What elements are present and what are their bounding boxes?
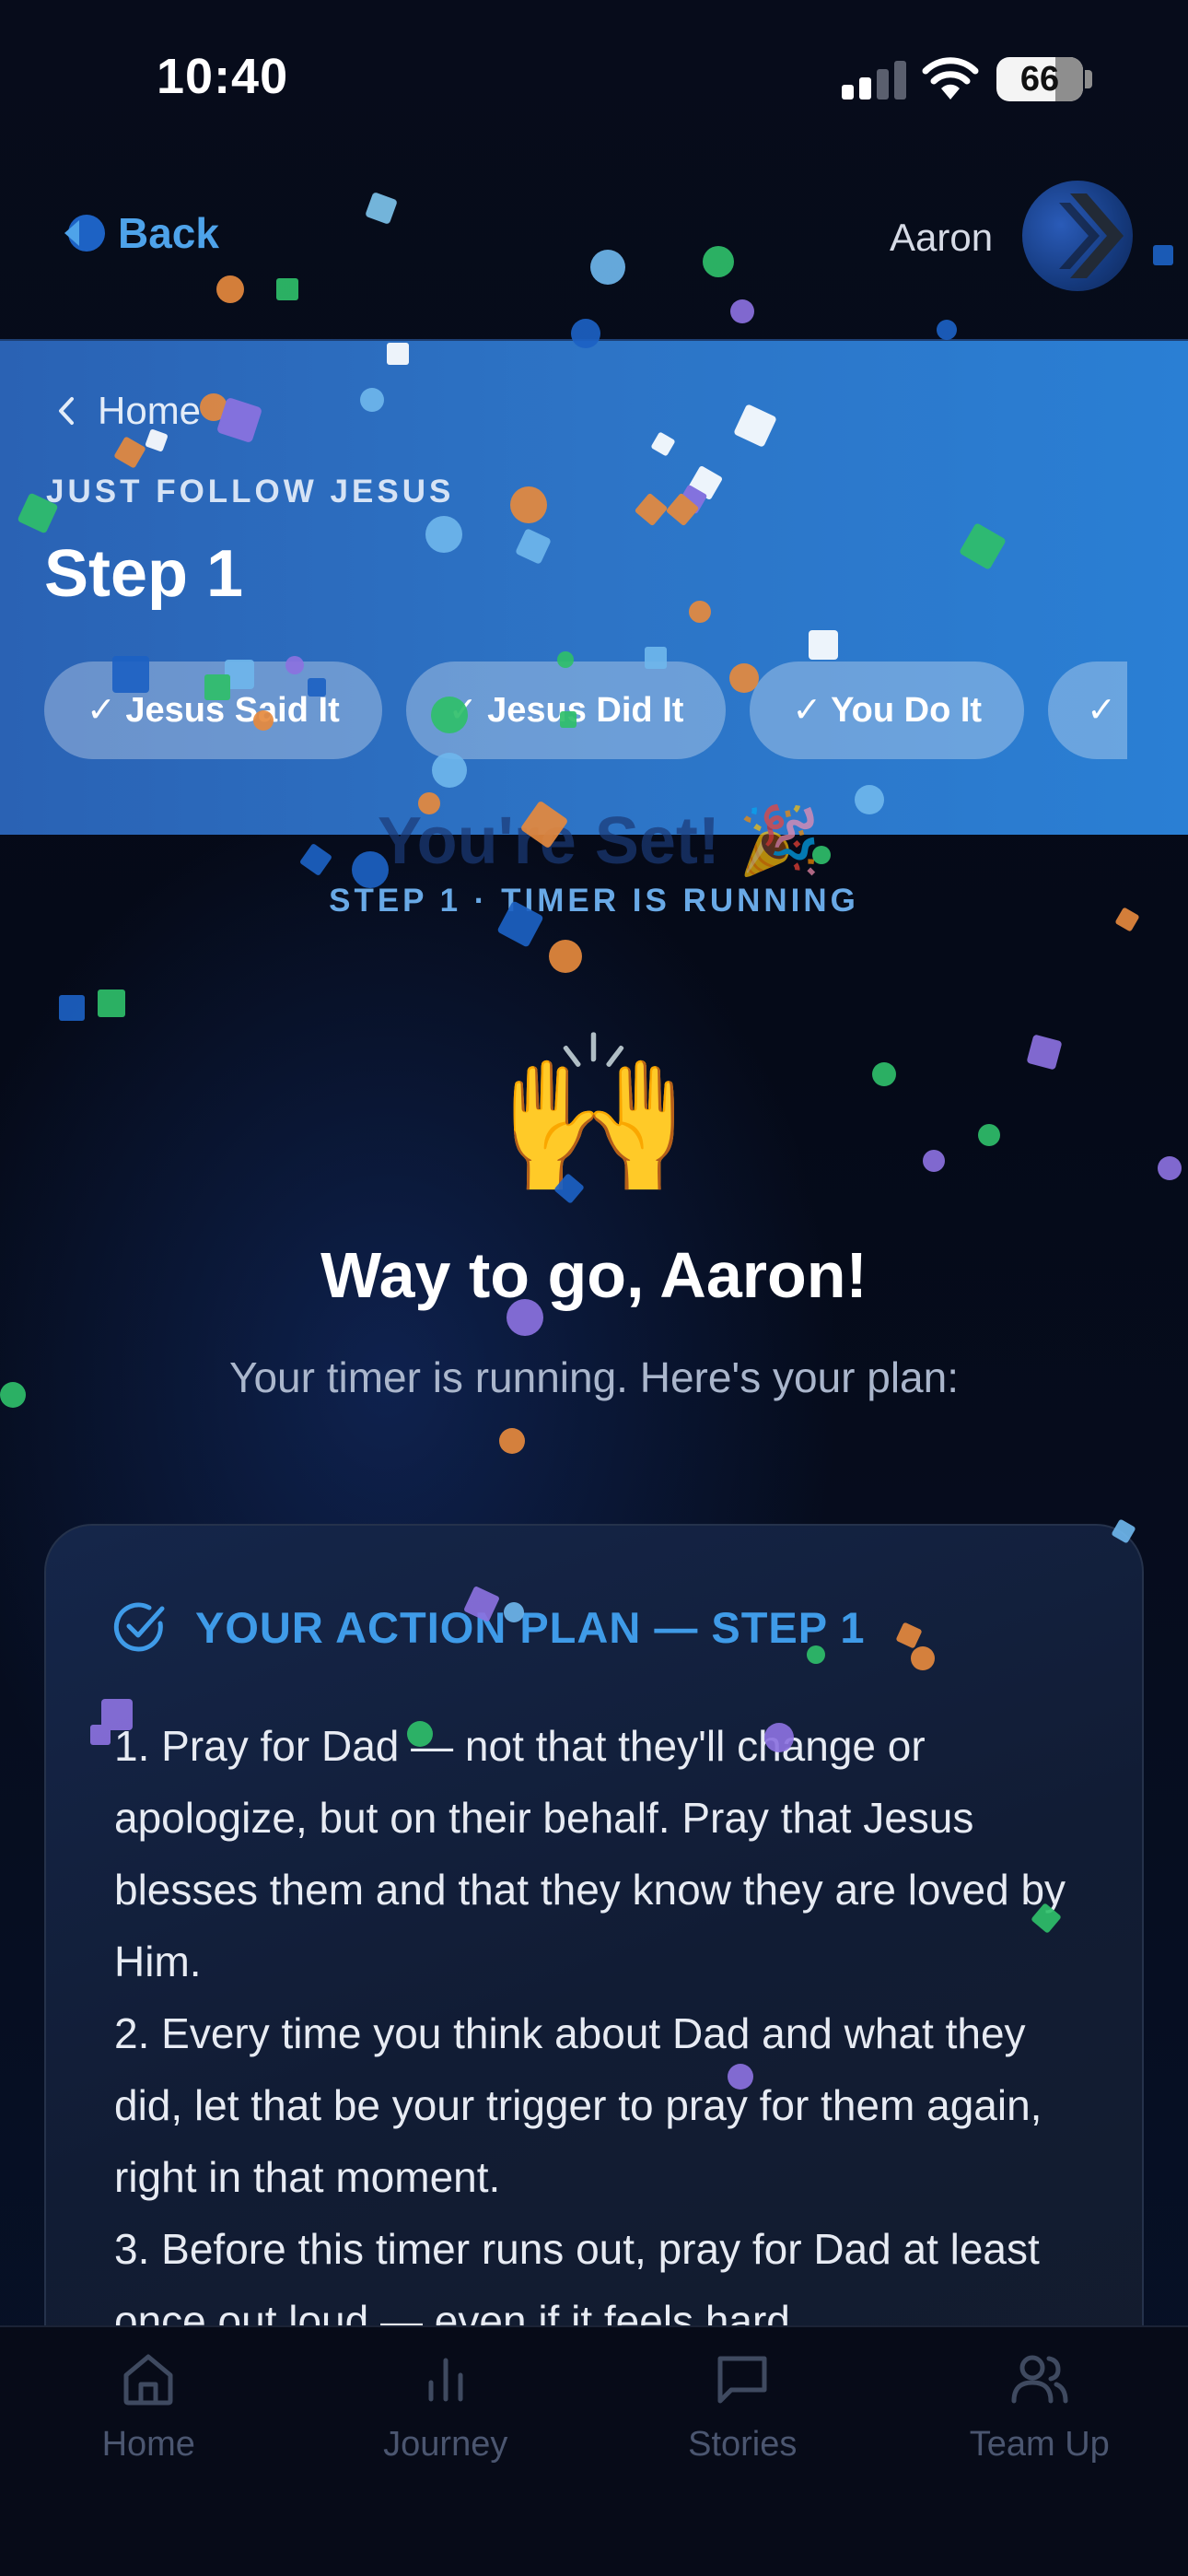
battery-level: 66: [1019, 60, 1060, 99]
app-screen: 10:40 66 Back Aaron Home JUST FOLLOW JES…: [0, 0, 1188, 2576]
breadcrumb-home: Home: [98, 389, 202, 432]
timer-status-label: STEP 1 · TIMER IS RUNNING: [329, 883, 859, 919]
chevron-logo-icon: [1059, 193, 1124, 278]
page-title: Step 1: [44, 537, 244, 611]
plan-subtitle: Your timer is running. Here's your plan:: [228, 1353, 960, 1401]
tab-journey-label: Journey: [383, 2425, 508, 2464]
chip-jesus-said-it[interactable]: ✓ Jesus Said It: [44, 662, 382, 759]
tab-home-label: Home: [101, 2425, 195, 2464]
top-nav: Back Aaron: [0, 157, 1188, 341]
status-bar: 10:40 66: [0, 0, 1188, 157]
step-header: Home JUST FOLLOW JESUS Step 1 ✓ Jesus Sa…: [0, 339, 1188, 835]
step-chips: ✓ Jesus Said It ✓ Jesus Did It ✓ You Do …: [44, 662, 1128, 759]
status-time: 10:40: [157, 49, 289, 104]
congrats-headline: Way to go, Aaron!: [320, 1239, 868, 1311]
action-plan-list: 1. Pray for Dad — not that they'll chang…: [114, 1710, 1100, 2357]
back-label: Back: [118, 209, 219, 257]
chevron-left-icon: [59, 397, 74, 425]
action-plan-header: YOUR ACTION PLAN — STEP 1: [112, 1599, 865, 1655]
avatar[interactable]: [1022, 181, 1133, 291]
battery-indicator: 66: [996, 57, 1083, 101]
chip-jesus-did-it[interactable]: ✓ Jesus Did It: [405, 662, 727, 759]
chip-next[interactable]: ✓ ...: [1048, 662, 1128, 759]
home-icon: [123, 2354, 173, 2406]
chat-bubble-icon: [717, 2356, 767, 2404]
tab-stories[interactable]: Stories: [594, 2327, 891, 2484]
users-icon: [1011, 2355, 1068, 2404]
tab-team-up[interactable]: Team Up: [891, 2327, 1188, 2484]
breadcrumb[interactable]: Home: [55, 389, 201, 433]
action-plan-title: YOUR ACTION PLAN — STEP 1: [195, 1602, 866, 1652]
bar-chart-icon: [428, 2358, 463, 2402]
tab-stories-label: Stories: [688, 2425, 798, 2464]
raising-hands-emoji: 🙌: [496, 1027, 692, 1202]
section-label: JUST FOLLOW JESUS: [46, 474, 455, 509]
battery-nub: [1085, 70, 1092, 88]
plan-item-1: 1. Pray for Dad — not that they'll chang…: [114, 1722, 1066, 1985]
check-circle-icon: [113, 1602, 165, 1652]
cellular-signal-icon: [842, 61, 908, 100]
tab-team-up-label: Team Up: [969, 2425, 1110, 2464]
ghost-heading: You're Set! 🎉: [378, 804, 821, 878]
back-button[interactable]: Back: [61, 208, 219, 258]
user-name: Aaron: [890, 216, 994, 259]
wifi-icon: [922, 57, 979, 100]
chip-you-do-it[interactable]: ✓ You Do It: [750, 662, 1025, 759]
back-arrow-icon: [64, 215, 105, 252]
tab-home[interactable]: Home: [0, 2327, 297, 2484]
tab-journey[interactable]: Journey: [297, 2327, 595, 2484]
bottom-tab-bar: Home Journey Stories Team Up: [0, 2325, 1188, 2576]
plan-item-2: 2. Every time you think about Dad and wh…: [114, 2009, 1042, 2201]
